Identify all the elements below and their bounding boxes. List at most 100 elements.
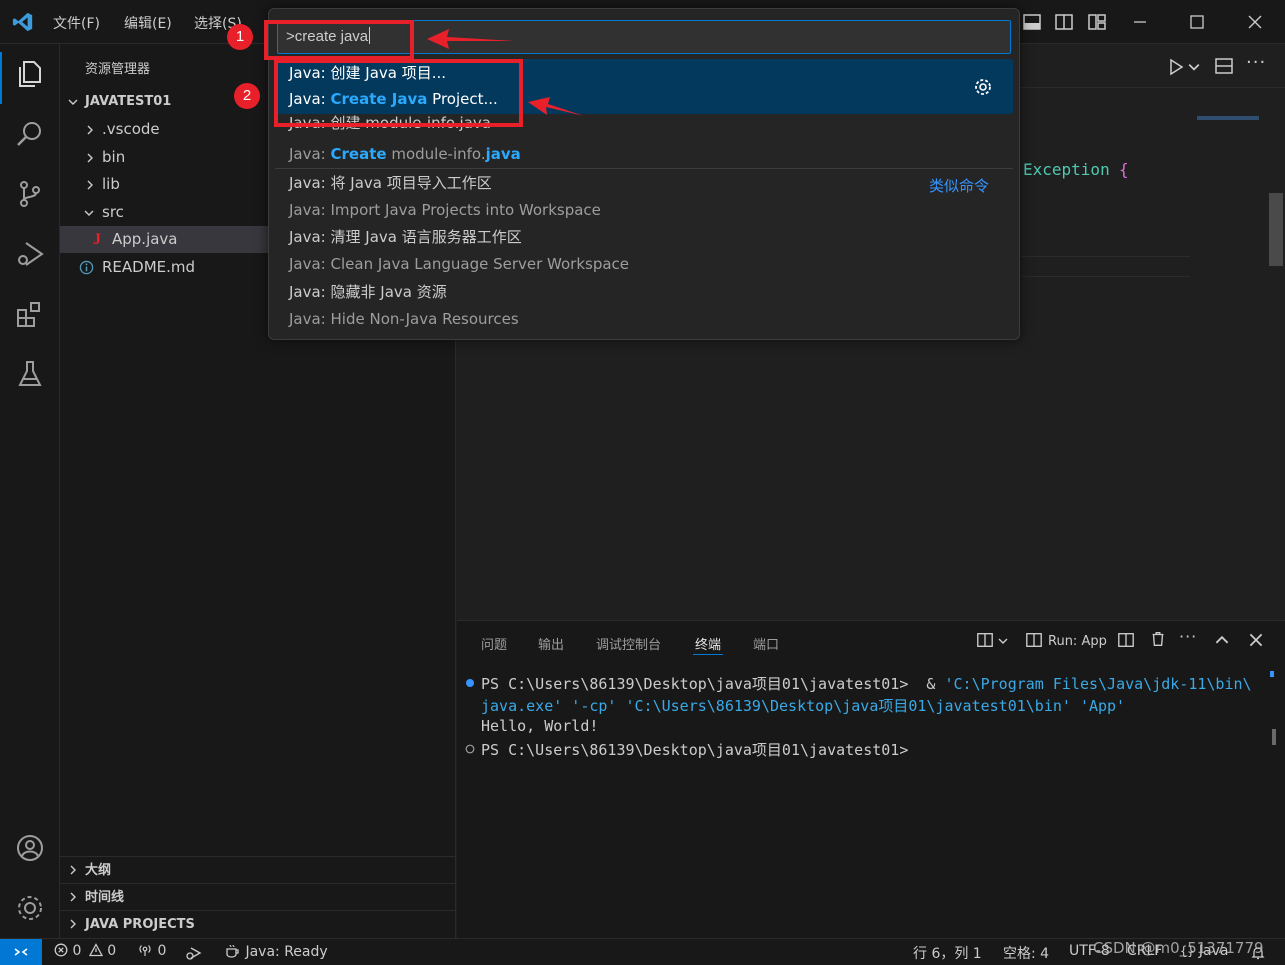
explorer-title: 资源管理器 bbox=[85, 62, 151, 77]
tree-item-label: lib bbox=[102, 175, 120, 193]
similar-commands-label: 类似命令 bbox=[929, 177, 990, 195]
active-indicator bbox=[0, 52, 2, 104]
annotation-marker-2: 2 bbox=[234, 83, 260, 109]
testing-icon[interactable] bbox=[14, 358, 46, 390]
editor-scrollbar[interactable] bbox=[1269, 88, 1283, 620]
section-label: 时间线 bbox=[85, 890, 125, 905]
terminal-line-2: java.exe' '-cp' 'C:\Users\86139\Desktop\… bbox=[481, 695, 1125, 716]
cursor-position[interactable]: 行 6，列 1 bbox=[913, 943, 982, 963]
group-separator bbox=[275, 168, 1013, 169]
command-clean-workspace-zh[interactable]: Java: 清理 Java 语言服务器工作区 bbox=[275, 224, 1013, 251]
vscode-logo-icon bbox=[12, 12, 33, 32]
run-debug-icon[interactable] bbox=[14, 238, 46, 270]
terminal-line-1: PS C:\Users\86139\Desktop\java项目01\javat… bbox=[481, 673, 1252, 694]
terminal-args: 'C:\Program Files\Java\jdk-11\bin\ bbox=[944, 675, 1252, 693]
terminal-args: java.exe' '-cp' 'C:\Users\86139\Desktop\… bbox=[481, 697, 1126, 715]
close-icon[interactable] bbox=[1243, 10, 1267, 34]
minimap[interactable] bbox=[1197, 116, 1259, 120]
debug-icon[interactable] bbox=[185, 945, 203, 961]
customize-layout-icon[interactable] bbox=[1085, 10, 1109, 34]
chevron-down-icon[interactable] bbox=[1188, 61, 1200, 73]
settings-gear-icon[interactable] bbox=[14, 892, 46, 924]
gear-icon[interactable] bbox=[973, 77, 993, 97]
code-exception: Exception bbox=[1023, 160, 1110, 179]
error-count: 0 bbox=[72, 943, 82, 959]
problems-status[interactable]: 0 0 bbox=[54, 943, 116, 959]
command-clean-workspace[interactable]: Java: Clean Java Language Server Workspa… bbox=[275, 251, 1013, 278]
terminal-layout-icon[interactable] bbox=[976, 631, 994, 649]
terminal-line-4: PS C:\Users\86139\Desktop\java项目01\javat… bbox=[481, 739, 908, 760]
maximize-icon[interactable] bbox=[1185, 10, 1209, 34]
split-terminal-icon[interactable] bbox=[1117, 631, 1135, 649]
remote-icon bbox=[14, 948, 28, 956]
command-hide-non-java-zh[interactable]: Java: 隐藏非 Java 资源 bbox=[275, 279, 1013, 306]
extensions-icon[interactable] bbox=[14, 298, 46, 330]
indentation[interactable]: 空格: 4 bbox=[1003, 943, 1049, 963]
tree-item-label: .vscode bbox=[102, 120, 160, 138]
menu-file[interactable]: 文件(F) bbox=[53, 13, 100, 33]
run-icon[interactable] bbox=[1166, 57, 1186, 77]
scrollbar-thumb[interactable] bbox=[1269, 193, 1283, 266]
tab-problems[interactable]: 问题 bbox=[481, 634, 507, 653]
ports-status[interactable]: 0 bbox=[137, 943, 166, 959]
command-create-module-info[interactable]: Java: Create module-info.java bbox=[275, 141, 1013, 168]
java-status[interactable]: Java: Ready bbox=[225, 943, 328, 960]
terminal-line-3: Hello, World! bbox=[481, 717, 598, 735]
java-file-icon: J bbox=[93, 231, 101, 248]
remote-button[interactable] bbox=[0, 939, 42, 965]
section-label: JAVA PROJECTS bbox=[85, 917, 195, 932]
command-success-icon[interactable] bbox=[465, 678, 475, 688]
section-timeline[interactable]: 时间线 bbox=[60, 883, 455, 910]
command-text: Java: Hide Non-Java Resources bbox=[289, 310, 519, 328]
command-text: Java: 将 Java 项目导入工作区 bbox=[289, 174, 492, 192]
warning-count: 0 bbox=[107, 943, 117, 959]
tree-item-label: bin bbox=[102, 148, 126, 166]
command-hide-non-java[interactable]: Java: Hide Non-Java Resources bbox=[275, 306, 1013, 333]
tree-item-label: README.md bbox=[102, 258, 196, 276]
terminal-prompt: PS C:\Users\86139\Desktop\java项目01\javat… bbox=[481, 675, 945, 693]
menu-edit[interactable]: 编辑(E) bbox=[124, 13, 172, 33]
terminal-icon bbox=[1026, 633, 1042, 647]
command-import-projects-zh[interactable]: Java: 将 Java 项目导入工作区 bbox=[275, 170, 1013, 197]
chevron-down-icon[interactable] bbox=[998, 636, 1008, 646]
section-java-projects[interactable]: JAVA PROJECTS bbox=[60, 910, 455, 937]
close-panel-icon[interactable] bbox=[1249, 633, 1263, 647]
chevron-right-icon bbox=[70, 892, 76, 902]
chevron-right-icon bbox=[87, 153, 93, 163]
command-text: Java: Import Java Projects into Workspac… bbox=[289, 201, 601, 219]
split-editor-icon[interactable] bbox=[1214, 56, 1234, 76]
tab-debug-console[interactable]: 调试控制台 bbox=[596, 634, 661, 653]
terminal-scrollbar[interactable] bbox=[1272, 729, 1276, 745]
toggle-secondary-sidebar-icon[interactable] bbox=[1052, 10, 1076, 34]
tree-item-label: App.java bbox=[112, 230, 178, 248]
minimize-icon[interactable] bbox=[1128, 10, 1152, 34]
trash-icon[interactable] bbox=[1149, 630, 1167, 648]
tab-output[interactable]: 输出 bbox=[538, 634, 564, 653]
more-actions-icon[interactable]: ··· bbox=[1179, 627, 1197, 646]
command-text: Java: 清理 Java 语言服务器工作区 bbox=[289, 228, 522, 246]
command-pending-icon[interactable] bbox=[465, 744, 475, 754]
chevron-down-icon bbox=[84, 210, 94, 216]
toggle-panel-icon[interactable] bbox=[1020, 10, 1044, 34]
explorer-icon[interactable] bbox=[14, 58, 46, 90]
broadcast-icon bbox=[139, 945, 151, 956]
more-actions-icon[interactable]: ··· bbox=[1246, 52, 1266, 73]
chevron-right-icon bbox=[70, 865, 76, 875]
tab-ports[interactable]: 端口 bbox=[753, 634, 779, 653]
code-brace: { bbox=[1119, 160, 1129, 179]
source-control-icon[interactable] bbox=[14, 178, 46, 210]
command-import-projects[interactable]: Java: Import Java Projects into Workspac… bbox=[275, 197, 1013, 224]
ports-count: 0 bbox=[157, 943, 167, 959]
tab-terminal[interactable]: 终端 bbox=[695, 634, 721, 653]
terminal-prompt: PS C:\Users\86139\Desktop\java项目01\javat… bbox=[481, 741, 909, 759]
terminal-instance-label[interactable]: Run: App bbox=[1048, 634, 1107, 649]
match-highlight: java bbox=[485, 145, 521, 163]
section-outline[interactable]: 大纲 bbox=[60, 856, 455, 883]
terminal-output: Hello, World! bbox=[481, 717, 599, 735]
activity-bar bbox=[0, 44, 60, 938]
command-text: module-info. bbox=[386, 145, 486, 163]
accounts-icon[interactable] bbox=[14, 832, 46, 864]
search-icon[interactable] bbox=[14, 118, 46, 150]
maximize-panel-icon[interactable] bbox=[1215, 633, 1229, 647]
annotation-box-1 bbox=[264, 20, 414, 60]
